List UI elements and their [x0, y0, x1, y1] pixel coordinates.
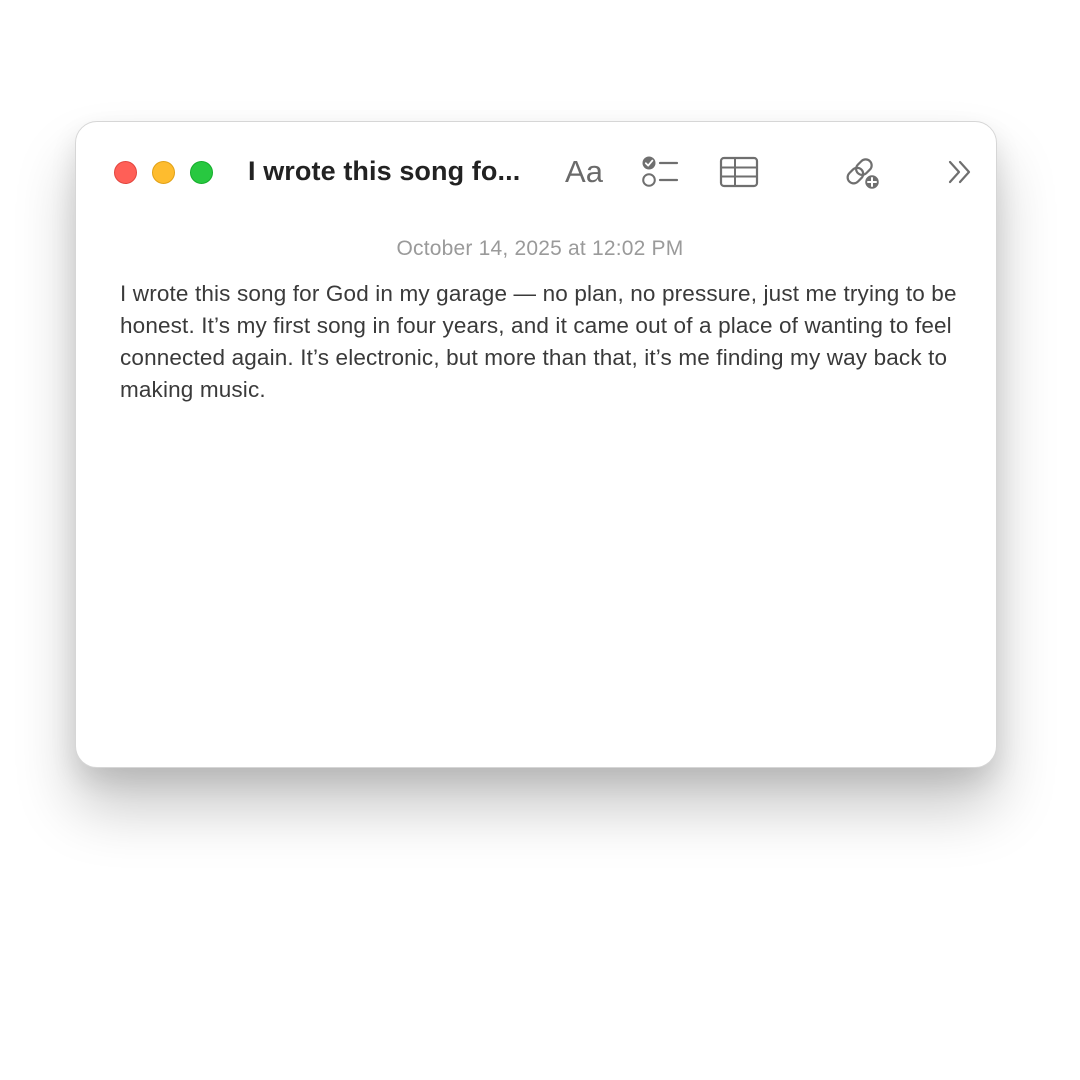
- minimize-window-button[interactable]: [152, 161, 175, 184]
- title-bar: I wrote this song fo... Aa: [76, 122, 996, 222]
- note-body-text[interactable]: I wrote this song for God in my garage —…: [120, 278, 960, 406]
- format-icon: Aa: [565, 154, 603, 189]
- table-icon: [719, 156, 759, 188]
- format-button[interactable]: Aa: [560, 152, 608, 192]
- window-title: I wrote this song fo...: [248, 156, 521, 186]
- more-chevrons-icon: [948, 160, 971, 184]
- table-button[interactable]: [719, 153, 759, 191]
- note-content: October 14, 2025 at 12:02 PM I wrote thi…: [120, 222, 960, 406]
- maximize-window-button[interactable]: [190, 161, 213, 184]
- notes-window: I wrote this song fo... Aa October 14, 2…: [75, 121, 997, 768]
- checklist-icon: [642, 156, 679, 187]
- more-toolbar-button[interactable]: [944, 155, 976, 189]
- share-link-icon: [846, 158, 881, 191]
- share-link-button[interactable]: [842, 151, 884, 193]
- close-window-button[interactable]: [114, 161, 137, 184]
- note-date: October 14, 2025 at 12:02 PM: [396, 237, 684, 260]
- checklist-button[interactable]: [640, 152, 680, 192]
